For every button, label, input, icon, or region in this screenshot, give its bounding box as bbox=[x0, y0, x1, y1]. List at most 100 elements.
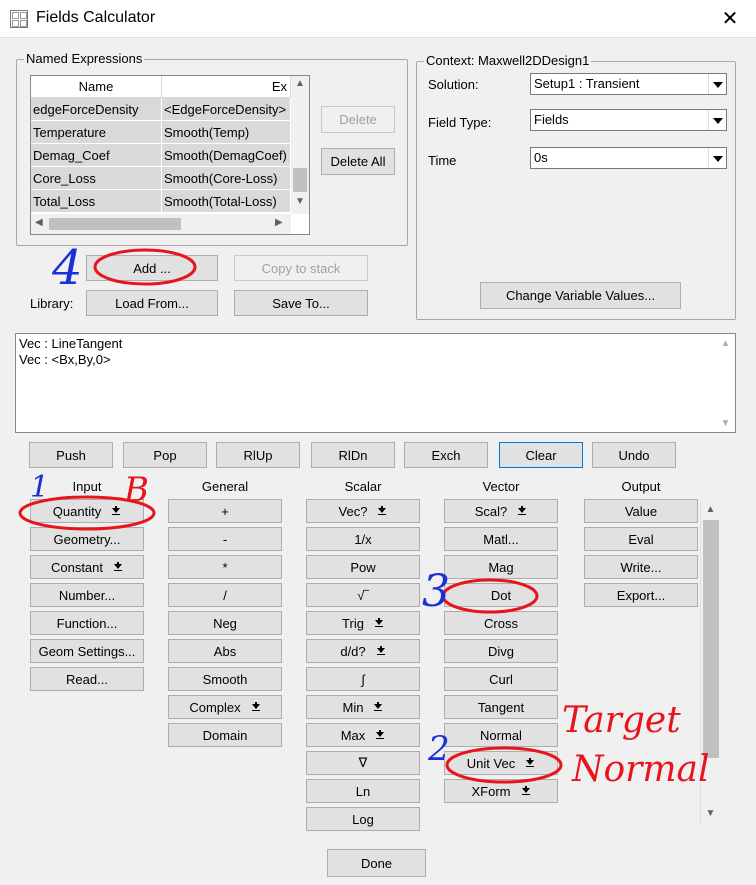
scroll-thumb[interactable] bbox=[703, 520, 719, 758]
vector-matl-button[interactable]: Matl... bbox=[444, 527, 558, 551]
table-horizontal-scrollbar[interactable]: ◀ ▶ bbox=[31, 214, 291, 234]
table-vertical-scrollbar[interactable]: ▲ ▼ bbox=[291, 76, 309, 214]
vector-tangent-button[interactable]: Tangent bbox=[444, 695, 558, 719]
button-label: Ln bbox=[355, 783, 371, 799]
chevron-down-icon[interactable] bbox=[708, 74, 726, 94]
vector-xform-button[interactable]: XForm bbox=[444, 779, 558, 803]
title-bar: Fields Calculator ✕ bbox=[0, 0, 756, 38]
chevron-up-icon[interactable]: ▲ bbox=[291, 78, 309, 89]
scalar-symbol-button[interactable]: √‾ bbox=[306, 583, 420, 607]
button-label: Trig bbox=[342, 615, 364, 631]
table-row[interactable]: Demag_Coef Smooth(DemagCoef) bbox=[31, 144, 291, 167]
general-symbol-button[interactable]: * bbox=[168, 555, 282, 579]
vector-mag-button[interactable]: Mag bbox=[444, 555, 558, 579]
input-geometry-button[interactable]: Geometry... bbox=[30, 527, 144, 551]
general-symbol-button[interactable]: - bbox=[168, 527, 282, 551]
field-type-select[interactable]: Fields bbox=[530, 109, 727, 131]
scalar-vec-button[interactable]: Vec? bbox=[306, 499, 420, 523]
scroll-thumb[interactable] bbox=[49, 218, 181, 230]
scalar-log-button[interactable]: Log bbox=[306, 807, 420, 831]
push-button[interactable]: Push bbox=[29, 442, 113, 468]
undo-button[interactable]: Undo bbox=[592, 442, 676, 468]
save-to-button[interactable]: Save To... bbox=[234, 290, 368, 316]
pop-button[interactable]: Pop bbox=[123, 442, 207, 468]
general-complex-button[interactable]: Complex bbox=[168, 695, 282, 719]
chevron-down-icon[interactable]: ▼ bbox=[291, 196, 309, 207]
named-expressions-table[interactable]: Name Ex edgeForceDensity <EdgeForceDensi… bbox=[30, 75, 310, 235]
scalar-d-d-button[interactable]: d/d? bbox=[306, 639, 420, 663]
scalar-ln-button[interactable]: Ln bbox=[306, 779, 420, 803]
close-icon[interactable]: ✕ bbox=[716, 6, 744, 32]
dropdown-arrow-icon bbox=[374, 618, 384, 628]
vector-scal-button[interactable]: Scal? bbox=[444, 499, 558, 523]
button-label: Abs bbox=[213, 643, 237, 659]
input-function-button[interactable]: Function... bbox=[30, 611, 144, 635]
button-label: Eval bbox=[628, 531, 654, 547]
delete-all-button[interactable]: Delete All bbox=[321, 148, 395, 175]
scroll-thumb[interactable] bbox=[293, 168, 307, 192]
vector-divg-button[interactable]: Divg bbox=[444, 639, 558, 663]
chevron-down-icon[interactable] bbox=[708, 110, 726, 130]
chevron-left-icon[interactable]: ◀ bbox=[35, 217, 43, 228]
scalar-1-x-button[interactable]: 1/x bbox=[306, 527, 420, 551]
vector-curl-button[interactable]: Curl bbox=[444, 667, 558, 691]
output-write-button[interactable]: Write... bbox=[584, 555, 698, 579]
delete-button[interactable]: Delete bbox=[321, 106, 395, 133]
scalar-symbol-button[interactable]: ∇ bbox=[306, 751, 420, 775]
input-number-button[interactable]: Number... bbox=[30, 583, 144, 607]
add-button[interactable]: Add ... bbox=[86, 255, 218, 281]
general-abs-button[interactable]: Abs bbox=[168, 639, 282, 663]
chevron-right-icon[interactable]: ▶ bbox=[275, 217, 283, 228]
dropdown-arrow-icon bbox=[251, 702, 261, 712]
chevron-down-icon[interactable]: ▼ bbox=[716, 418, 735, 429]
scalar-trig-button[interactable]: Trig bbox=[306, 611, 420, 635]
time-select[interactable]: 0s bbox=[530, 147, 727, 169]
function-panel-scrollbar[interactable]: ▲ ▼ bbox=[700, 500, 720, 825]
output-export-button[interactable]: Export... bbox=[584, 583, 698, 607]
row-expression: Smooth(Temp) bbox=[162, 121, 291, 144]
chevron-down-icon[interactable]: ▼ bbox=[701, 808, 720, 819]
vector-cross-button[interactable]: Cross bbox=[444, 611, 558, 635]
input-read-button[interactable]: Read... bbox=[30, 667, 144, 691]
scalar-symbol-button[interactable]: ∫ bbox=[306, 667, 420, 691]
exchange-button[interactable]: Exch bbox=[404, 442, 488, 468]
chevron-down-icon[interactable] bbox=[708, 148, 726, 168]
done-button[interactable]: Done bbox=[327, 849, 426, 877]
general-smooth-button[interactable]: Smooth bbox=[168, 667, 282, 691]
general-symbol-button[interactable]: + bbox=[168, 499, 282, 523]
input-quantity-button[interactable]: Quantity bbox=[30, 499, 144, 523]
column-header-expression[interactable]: Ex bbox=[162, 76, 291, 98]
column-header-name[interactable]: Name bbox=[31, 76, 162, 98]
table-row[interactable]: Core_Loss Smooth(Core-Loss) bbox=[31, 167, 291, 190]
general-symbol-button[interactable]: / bbox=[168, 583, 282, 607]
input-geom-settings-button[interactable]: Geom Settings... bbox=[30, 639, 144, 663]
chevron-up-icon[interactable]: ▲ bbox=[716, 338, 735, 349]
load-from-button[interactable]: Load From... bbox=[86, 290, 218, 316]
output-eval-button[interactable]: Eval bbox=[584, 527, 698, 551]
scalar-column-header: Scalar bbox=[344, 479, 382, 494]
change-variable-values-button[interactable]: Change Variable Values... bbox=[480, 282, 681, 309]
roll-up-button[interactable]: RlUp bbox=[216, 442, 300, 468]
vector-dot-button[interactable]: Dot bbox=[444, 583, 558, 607]
solution-select[interactable]: Setup1 : Transient bbox=[530, 73, 727, 95]
stack-scrollbar[interactable]: ▲ ▼ bbox=[716, 334, 735, 432]
roll-down-button[interactable]: RlDn bbox=[311, 442, 395, 468]
chevron-up-icon[interactable]: ▲ bbox=[701, 504, 720, 515]
vector-unit-vec-button[interactable]: Unit Vec bbox=[444, 751, 558, 775]
scalar-min-button[interactable]: Min bbox=[306, 695, 420, 719]
general-domain-button[interactable]: Domain bbox=[168, 723, 282, 747]
general-neg-button[interactable]: Neg bbox=[168, 611, 282, 635]
copy-to-stack-button[interactable]: Copy to stack bbox=[234, 255, 368, 281]
scalar-max-button[interactable]: Max bbox=[306, 723, 420, 747]
stack-display[interactable]: Vec : LineTangent Vec : <Bx,By,0> ▲ ▼ bbox=[15, 333, 736, 433]
table-row[interactable]: Temperature Smooth(Temp) bbox=[31, 121, 291, 144]
vector-normal-button[interactable]: Normal bbox=[444, 723, 558, 747]
clear-button[interactable]: Clear bbox=[499, 442, 583, 468]
table-row[interactable]: Total_Loss Smooth(Total-Loss) bbox=[31, 190, 291, 213]
table-row[interactable]: edgeForceDensity <EdgeForceDensity> bbox=[31, 98, 291, 121]
scalar-pow-button[interactable]: Pow bbox=[306, 555, 420, 579]
input-constant-button[interactable]: Constant bbox=[30, 555, 144, 579]
output-value-button[interactable]: Value bbox=[584, 499, 698, 523]
roll-up-label: RlUp bbox=[243, 447, 273, 463]
button-label: * bbox=[222, 559, 228, 575]
